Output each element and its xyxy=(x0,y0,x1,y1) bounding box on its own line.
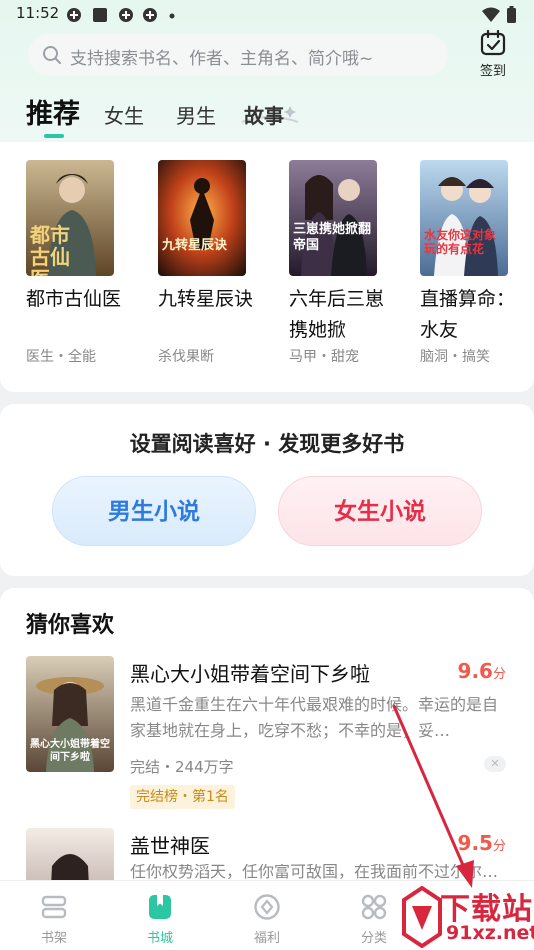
cover-title: 黑心大小姐带着空间下乡啦 xyxy=(30,739,110,763)
book-title[interactable]: 黑心大小姐带着空间下乡啦 xyxy=(130,658,370,687)
checkin-button[interactable]: 签到 xyxy=(470,30,516,80)
cover-title: 九转星辰诀 xyxy=(162,238,228,253)
book-cover: 九转星辰诀 xyxy=(158,160,246,276)
welfare-icon xyxy=(254,894,280,920)
book-title: 九转星辰诀 xyxy=(158,288,254,310)
book-cover: 三崽携她掀翻帝国 xyxy=(289,160,377,276)
status-time: 11:52 xyxy=(16,4,60,22)
wifi-battery-icon xyxy=(482,6,516,23)
book-cover[interactable]: 黑心大小姐带着空间下乡啦 xyxy=(26,656,114,772)
nav-bookstore[interactable]: 书城 xyxy=(120,881,200,950)
watermark-logo-icon xyxy=(402,886,442,948)
tab-male[interactable]: 男生 xyxy=(176,100,216,129)
search-bar[interactable]: 支持搜索书名、作者、主角名、简介哦~ xyxy=(28,34,448,76)
book-cover[interactable] xyxy=(26,828,114,880)
male-novel-button[interactable]: 男生小说 xyxy=(52,476,256,546)
bookstore-icon xyxy=(149,895,171,919)
search-placeholder: 支持搜索书名、作者、主角名、简介哦~ xyxy=(70,49,374,69)
category-tabs: 推荐 女生 男生 故事 xyxy=(0,92,534,142)
notification-icon xyxy=(67,8,81,22)
book-meta: 完结・244万字 xyxy=(130,758,234,776)
section-title: 猜你喜欢 xyxy=(26,613,115,638)
book-tags: 医生・全能 xyxy=(26,349,96,365)
book-tags: 马甲・甜宠 xyxy=(289,349,359,365)
book-title: 直播算命：水友 xyxy=(420,288,516,341)
cover-title: 水友你这对象玩的有点花 xyxy=(424,228,497,256)
tab-recommend[interactable]: 推荐 xyxy=(26,92,80,131)
tab-female[interactable]: 女生 xyxy=(104,100,144,129)
annotation-arrow-icon xyxy=(392,704,474,888)
book-tags: 杀伐果断 xyxy=(158,349,214,365)
score-value: 9.6 xyxy=(457,659,493,683)
book-score: 9.6分 xyxy=(458,659,506,683)
search-icon xyxy=(43,46,61,64)
rank-badge: 完结榜・第1名 xyxy=(130,785,235,809)
preference-title: 设置阅读喜好 · 发现更多好书 xyxy=(129,432,405,456)
female-novel-button[interactable]: 女生小说 xyxy=(278,476,482,546)
bookshelf-icon xyxy=(41,895,67,919)
score-unit: 分 xyxy=(492,667,506,682)
notification-icon xyxy=(119,8,133,22)
book-title: 都市古仙医 xyxy=(26,288,122,310)
app-notification-icon xyxy=(93,8,107,22)
cover-title: 都市古仙医 xyxy=(30,223,70,276)
site-watermark: 下载站 91xz.net xyxy=(402,884,534,950)
book-cover: 都市古仙医 xyxy=(26,160,114,276)
tab-story[interactable]: 故事 xyxy=(244,100,284,129)
checkin-label: 签到 xyxy=(479,64,506,79)
nav-welfare[interactable]: 福利 xyxy=(227,881,307,950)
nav-label: 书城 xyxy=(146,931,173,946)
book-tags: 脑洞・搞笑 xyxy=(420,349,490,365)
calendar-check-icon xyxy=(480,30,506,56)
book-title: 六年后三崽携她掀 xyxy=(289,288,385,341)
score-unit: 分 xyxy=(492,839,506,854)
notification-icon xyxy=(143,8,157,22)
watermark-url: 91xz.net xyxy=(446,922,534,944)
nav-label: 福利 xyxy=(253,931,280,946)
nav-bookshelf[interactable]: 书架 xyxy=(14,881,94,950)
book-title[interactable]: 盖世神医 xyxy=(130,830,210,859)
status-bar: 11:52 xyxy=(0,0,534,30)
nav-label: 书架 xyxy=(40,931,67,946)
more-dot-icon xyxy=(169,13,175,19)
book-cover: 水友你这对象玩的有点花 xyxy=(420,160,508,276)
active-tab-indicator xyxy=(44,134,64,138)
cover-title: 三崽携她掀翻帝国 xyxy=(293,222,372,253)
